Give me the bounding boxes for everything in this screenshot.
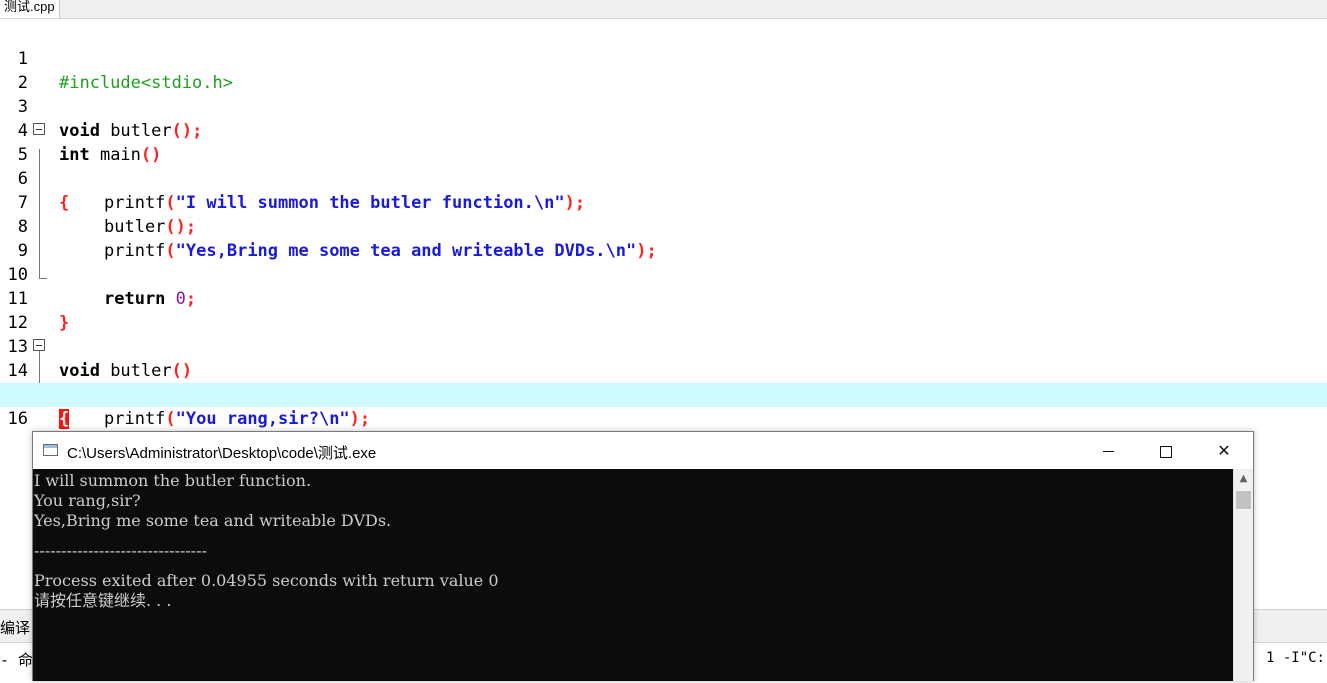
code-line: 4 int main() xyxy=(0,95,1327,165)
code-line: 11 } xyxy=(0,263,1327,333)
code-line: 7 butler(); xyxy=(0,167,1327,237)
console-line: Yes,Bring me some tea and writeable DVDs… xyxy=(34,511,392,530)
console-title: C:\Users\Administrator\Desktop\code\测试.e… xyxy=(67,445,377,462)
minimize-button[interactable] xyxy=(1079,432,1137,469)
identifier: printf xyxy=(104,409,166,429)
code-line: 8 printf("Yes,Bring me some tea and writ… xyxy=(0,191,1327,261)
console-app-icon xyxy=(43,444,58,456)
code-line: 13 void butler() xyxy=(0,311,1327,381)
console-output[interactable]: I will summon the butler function. You r… xyxy=(33,469,1233,681)
console-line: You rang,sir? xyxy=(34,491,141,510)
code-line: 10 return 0; xyxy=(0,239,1327,309)
symbol: ( xyxy=(165,409,176,429)
console-window[interactable]: C:\Users\Administrator\Desktop\code\测试.e… xyxy=(32,431,1254,681)
matched-open-brace: { xyxy=(59,409,70,429)
compile-log-command: 1 -I"C: xyxy=(1265,650,1325,666)
compile-log-text: - 命 xyxy=(0,651,34,669)
scroll-thumb[interactable] xyxy=(1236,491,1251,509)
code-line: 1 #include<stdio.h> xyxy=(0,23,1327,93)
scroll-up-icon[interactable]: ▲ xyxy=(1234,469,1253,488)
code-line: 9 xyxy=(0,215,1327,261)
console-titlebar[interactable]: C:\Users\Administrator\Desktop\code\测试.e… xyxy=(33,432,1253,469)
string-literal: "You rang,sir?\n" xyxy=(175,409,350,429)
tab-file[interactable]: 测试.cpp xyxy=(0,0,60,18)
console-line: -------------------------------- xyxy=(34,541,207,560)
fold-toggle-icon[interactable] xyxy=(33,123,45,135)
maximize-icon xyxy=(1160,445,1172,458)
line-number: 16 xyxy=(7,409,28,429)
code-line: 12 xyxy=(0,287,1327,333)
editor-tab-bar: 测试.cpp xyxy=(0,0,1327,19)
console-scrollbar[interactable]: ▲ xyxy=(1233,469,1253,681)
close-icon: ✕ xyxy=(1217,441,1231,460)
code-line-active: 16 } xyxy=(0,383,1327,453)
console-line: Process exited after 0.04955 seconds wit… xyxy=(34,571,499,590)
code-line: 14 { xyxy=(0,335,1327,429)
close-button[interactable]: ✕ xyxy=(1195,432,1253,469)
code-line: 5 { xyxy=(0,119,1327,213)
symbol: ); xyxy=(349,409,371,429)
code-line: 6 printf("I will summon the butler funct… xyxy=(0,143,1327,213)
maximize-button[interactable] xyxy=(1137,432,1195,469)
code-line: 2 xyxy=(0,47,1327,93)
minimize-icon xyxy=(1102,451,1114,452)
code-line: 15 printf("You rang,sir?\n"); xyxy=(0,359,1327,429)
fold-toggle-icon[interactable] xyxy=(33,339,45,351)
console-line: I will summon the butler function. xyxy=(34,471,312,490)
code-line: 3 void butler(); xyxy=(0,71,1327,141)
console-line: 请按任意键继续. . . xyxy=(34,591,172,610)
